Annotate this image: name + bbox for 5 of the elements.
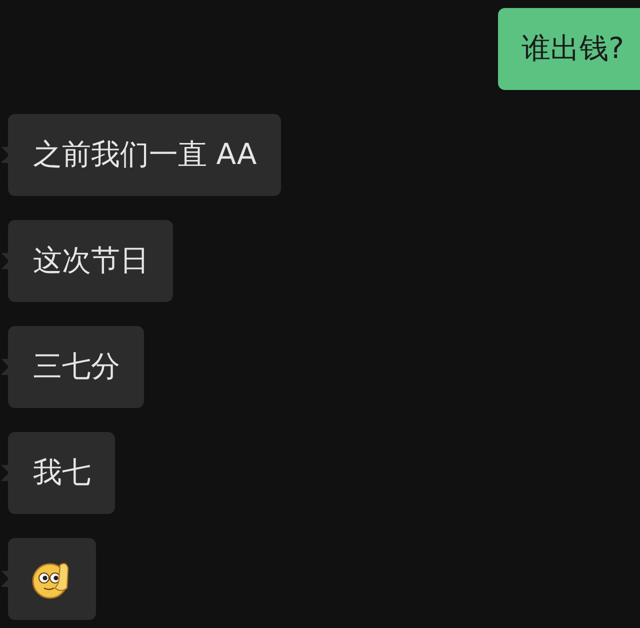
message-bubble: 谁出钱? [498,8,640,90]
message-bubble: 我七 [1,432,115,514]
message-bubble: 这次节日 [1,220,173,302]
message-bubble: 之前我们一直 AA [1,114,281,196]
message-bubble: 三七分 [1,326,144,408]
